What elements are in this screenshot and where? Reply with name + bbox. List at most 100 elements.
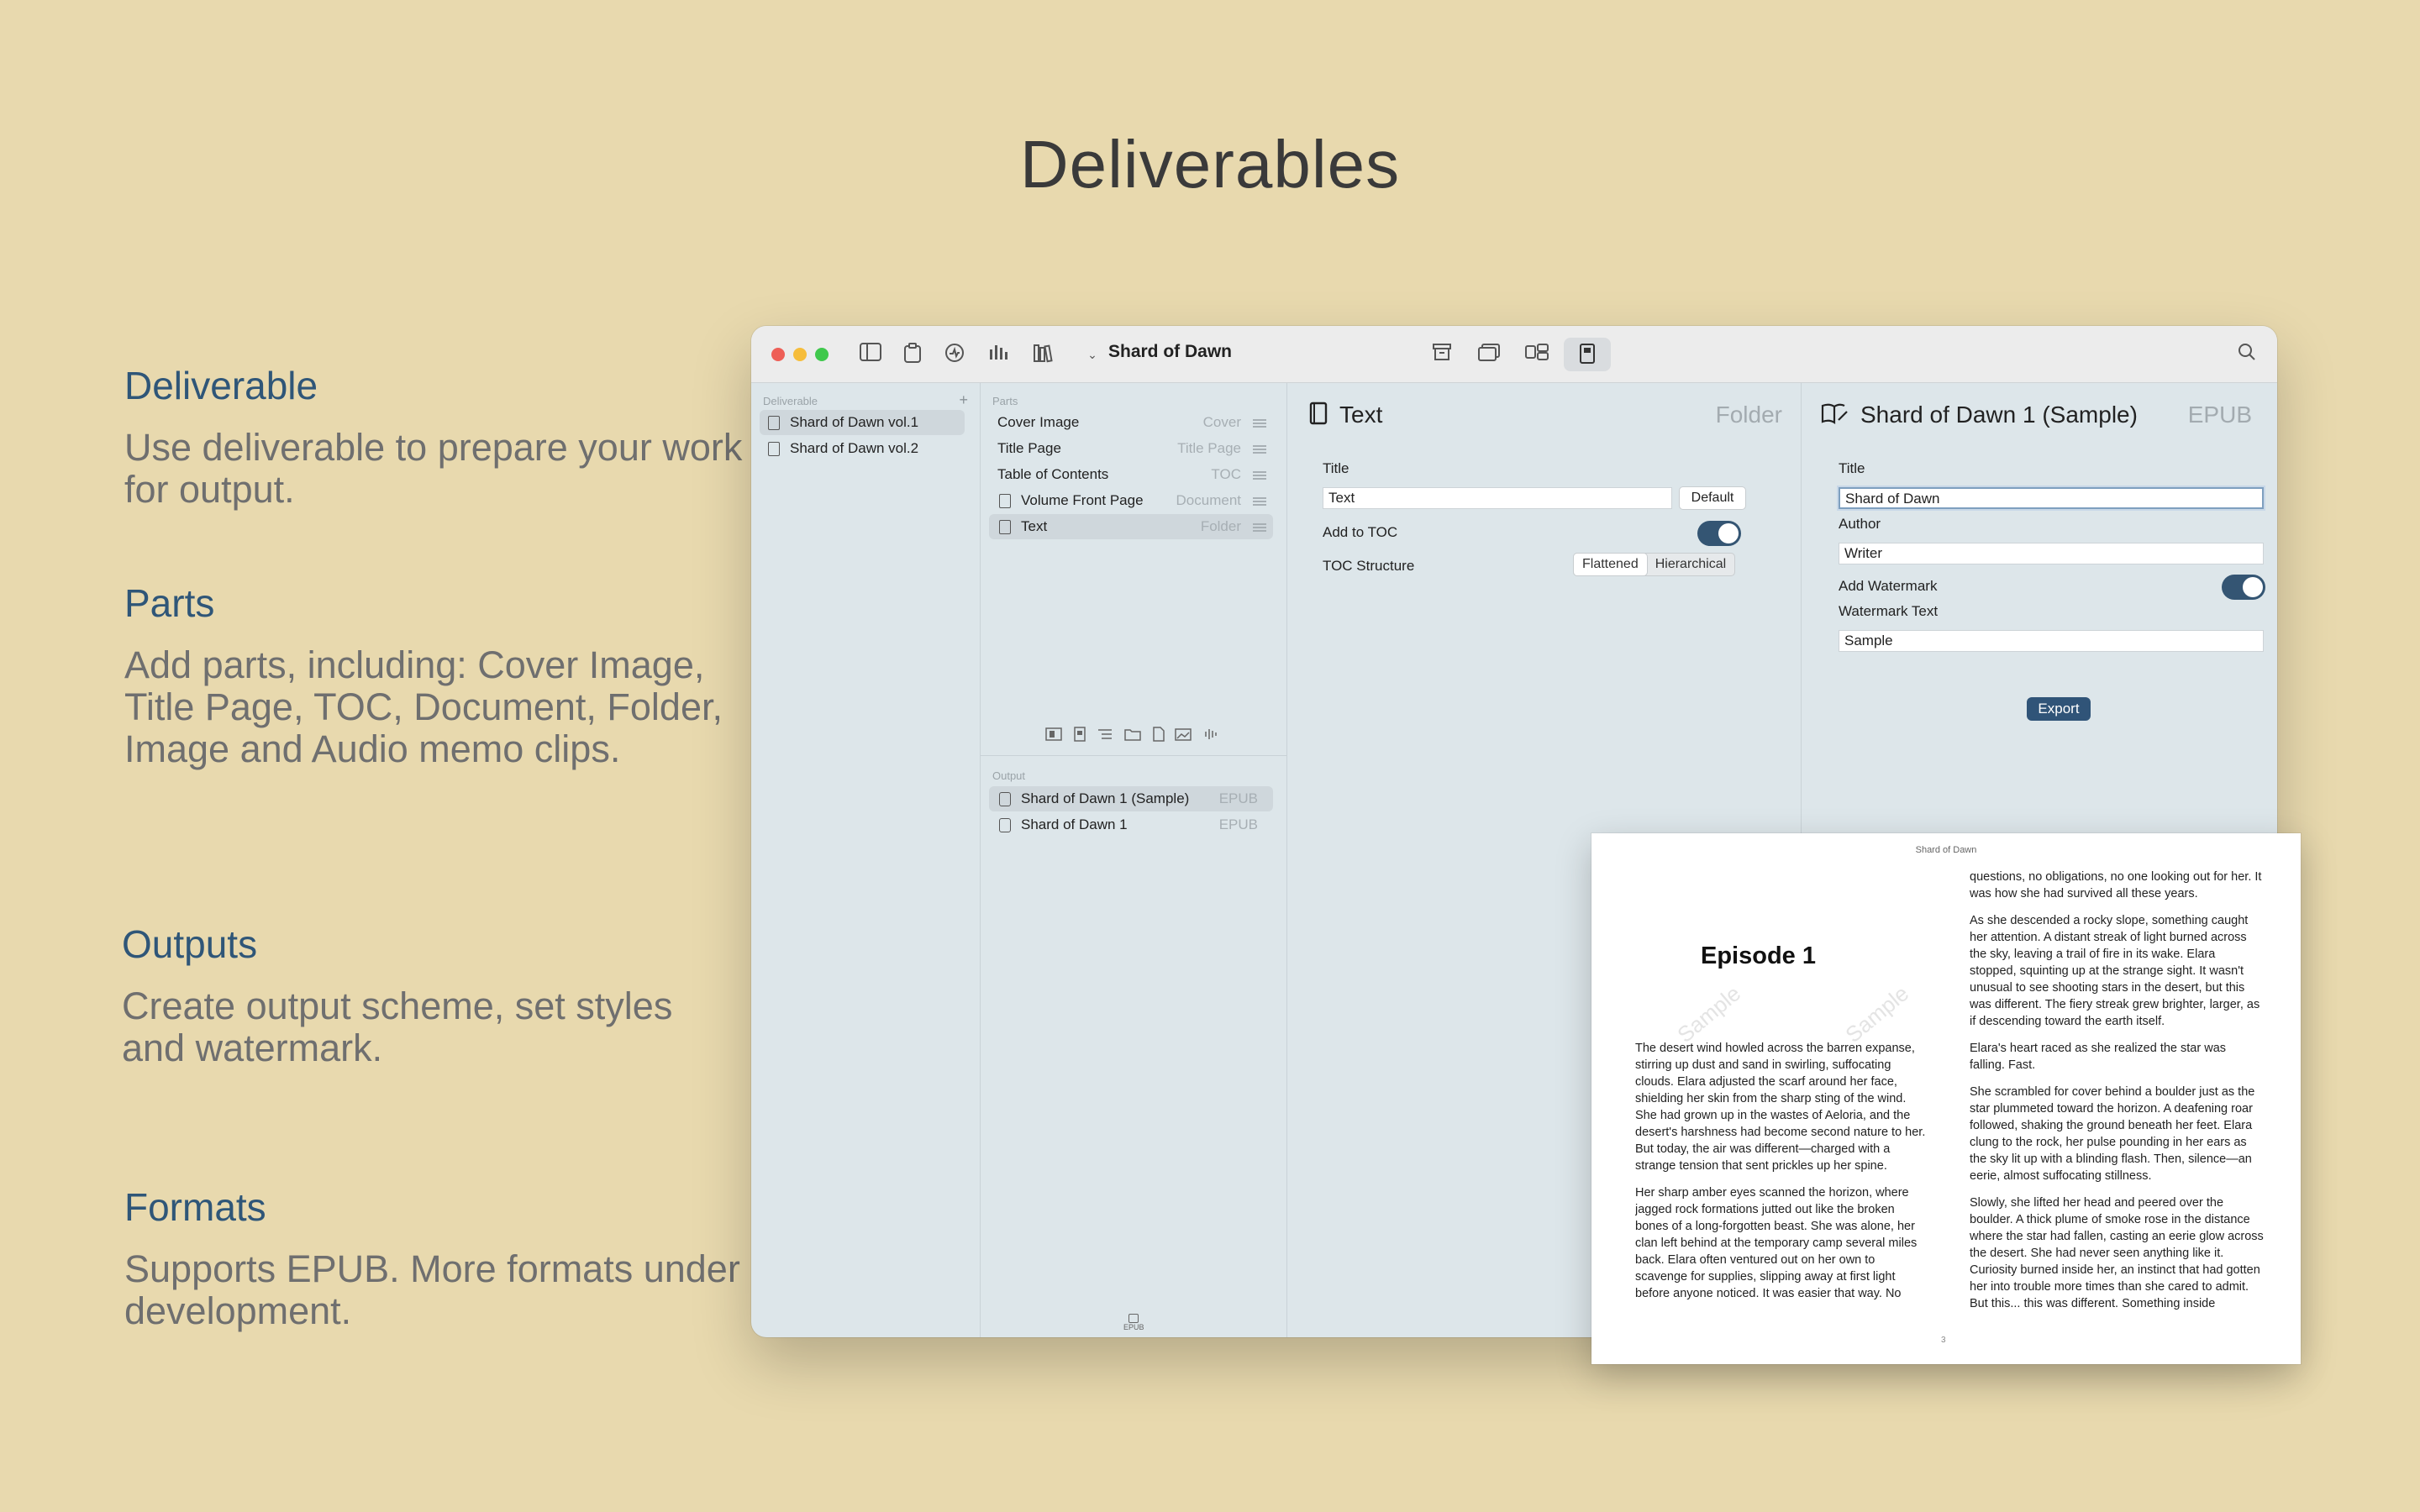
drag-handle-icon[interactable] xyxy=(1253,471,1266,473)
minimize-button[interactable] xyxy=(793,348,807,361)
deliverable-item[interactable]: Shard of Dawn vol.1 xyxy=(760,410,965,435)
part-title-field[interactable]: Text xyxy=(1323,487,1672,509)
page-title: Deliverables xyxy=(1019,127,1401,202)
preview-paragraph: Elara's heart raced as she realized the … xyxy=(1970,1042,2227,1072)
toc-hierarchical-option[interactable]: Hierarchical xyxy=(1647,554,1734,575)
output-item-format: EPUB xyxy=(1218,790,1258,806)
part-item-type: Cover xyxy=(1202,414,1241,430)
drag-handle-icon[interactable] xyxy=(1253,445,1266,447)
add-image-icon[interactable] xyxy=(1175,728,1192,741)
watermark-text-field[interactable]: Sample xyxy=(1839,630,2264,652)
output-settings-format: EPUB xyxy=(2187,402,2252,428)
close-button[interactable] xyxy=(771,348,785,361)
feature-text: Add parts, including: Cover Image, Title… xyxy=(124,643,723,770)
preview-paragraph: Slowly, she lifted her head and peered o… xyxy=(1970,1196,2264,1310)
feature-formats: Formats Supports EPUB. More formats unde… xyxy=(124,1184,746,1332)
preview-paragraph: As she descended a rocky slope, somethin… xyxy=(1970,914,2260,1028)
feature-deliverable: Deliverable Use deliverable to prepare y… xyxy=(124,363,746,511)
deliverable-item-label: Shard of Dawn vol.1 xyxy=(790,414,919,430)
search-icon[interactable] xyxy=(2235,343,2259,366)
deliverable-item-label: Shard of Dawn vol.2 xyxy=(790,440,919,456)
feature-text: Create output scheme, set styles and wat… xyxy=(122,984,673,1069)
preview-watermark: Sample xyxy=(1672,980,1746,1047)
chevron-down-icon[interactable]: ⌄ xyxy=(1081,343,1104,366)
part-item-type: TOC xyxy=(1211,466,1241,482)
output-item-label: Shard of Dawn 1 (Sample) xyxy=(1021,790,1190,806)
preview-watermark: Sample xyxy=(1840,980,1914,1047)
preview-paragraph: The desert wind howled across the barren… xyxy=(1635,1042,1926,1173)
output-title-label: Title xyxy=(1839,460,1865,476)
preview-header: Shard of Dawn xyxy=(1915,845,1977,855)
activity-icon[interactable] xyxy=(943,343,966,366)
part-item[interactable]: Cover Image Cover xyxy=(989,410,1273,435)
sidebar-toggle-icon[interactable] xyxy=(859,343,882,366)
document-icon xyxy=(999,494,1011,508)
divider xyxy=(981,755,1286,756)
output-book-icon xyxy=(999,792,1011,806)
add-deliverable-button[interactable]: + xyxy=(959,391,968,409)
part-item-type: Title Page xyxy=(1177,440,1241,456)
watermark-toggle[interactable] xyxy=(2222,575,2265,600)
part-item-label: Text xyxy=(1021,518,1048,534)
output-book-icon xyxy=(1820,402,1850,429)
archive-icon[interactable] xyxy=(1430,343,1454,366)
preview-paragraph: questions, no obligations, no one lookin… xyxy=(1970,870,2262,900)
layout-icon[interactable] xyxy=(1524,343,1549,366)
output-item[interactable]: Shard of Dawn 1 (Sample) EPUB xyxy=(989,786,1273,811)
parts-pane: Parts Cover Image Cover Title Page Title… xyxy=(981,383,1287,1337)
part-item[interactable]: Text Folder xyxy=(989,514,1273,539)
clipboard-icon[interactable] xyxy=(901,343,924,366)
book-icon[interactable] xyxy=(1576,343,1599,366)
add-cover-icon[interactable] xyxy=(1045,727,1062,741)
output-title-field[interactable]: Shard of Dawn xyxy=(1839,487,2264,509)
add-document-icon[interactable] xyxy=(1153,727,1165,742)
windows-icon[interactable] xyxy=(1477,343,1501,366)
toc-flattened-option[interactable]: Flattened xyxy=(1574,554,1647,575)
preview-paragraph: She scrambled for cover behind a boulder… xyxy=(1970,1085,2255,1183)
preview-paragraph: Her sharp amber eyes scanned the horizon… xyxy=(1635,1186,1918,1300)
output-item[interactable]: Shard of Dawn 1 EPUB xyxy=(989,812,1273,837)
add-folder-icon[interactable] xyxy=(1124,729,1141,741)
drag-handle-icon[interactable] xyxy=(1253,497,1266,499)
document-icon xyxy=(768,442,780,456)
author-field[interactable]: Writer xyxy=(1839,543,2264,564)
output-item-format: EPUB xyxy=(1218,816,1258,832)
zoom-button[interactable] xyxy=(815,348,829,361)
document-icon xyxy=(768,416,780,430)
add-to-toc-toggle[interactable] xyxy=(1697,521,1741,546)
part-item[interactable]: Volume Front Page Document xyxy=(989,488,1273,513)
statistics-icon[interactable] xyxy=(986,343,1010,366)
library-icon[interactable] xyxy=(1032,343,1055,366)
part-item-label: Table of Contents xyxy=(997,466,1109,482)
feature-title: Outputs xyxy=(122,922,258,966)
add-title-page-icon[interactable] xyxy=(1074,727,1086,742)
default-button[interactable]: Default xyxy=(1679,486,1746,510)
toc-structure-label: TOC Structure xyxy=(1323,558,1415,574)
feature-parts: Parts Add parts, including: Cover Image,… xyxy=(124,580,746,770)
part-item-label: Title Page xyxy=(997,440,1061,456)
output-pane-label: Output xyxy=(992,769,1026,782)
window-title: Shard of Dawn xyxy=(1108,342,1233,361)
add-audio-icon[interactable] xyxy=(1205,729,1217,739)
titlebar: ⌄ Shard of Dawn xyxy=(751,326,2277,383)
feature-outputs: Outputs Create output scheme, set styles… xyxy=(122,921,744,1069)
part-item[interactable]: Table of Contents TOC xyxy=(989,462,1273,487)
add-toc-icon[interactable] xyxy=(1098,729,1112,739)
epub-icon[interactable]: EPUB xyxy=(1123,1314,1144,1331)
part-settings-kind: Folder xyxy=(1715,402,1782,428)
output-item-label: Shard of Dawn 1 xyxy=(1021,816,1128,832)
drag-handle-icon[interactable] xyxy=(1253,419,1266,421)
title-label: Title xyxy=(1323,460,1349,476)
deliverable-item[interactable]: Shard of Dawn vol.2 xyxy=(760,436,965,461)
export-button[interactable]: Export xyxy=(2027,697,2091,721)
part-item-label: Volume Front Page xyxy=(1021,492,1144,508)
output-book-icon xyxy=(999,818,1011,832)
feature-title: Deliverable xyxy=(124,364,318,407)
book-icon xyxy=(1309,402,1328,429)
preview-right-column: questions, no obligations, no one lookin… xyxy=(1970,869,2264,1322)
add-part-toolbar xyxy=(1044,726,1229,743)
drag-handle-icon[interactable] xyxy=(1253,523,1266,525)
part-item[interactable]: Title Page Title Page xyxy=(989,436,1273,461)
epub-label: EPUB xyxy=(1123,1323,1144,1331)
output-settings-title: Shard of Dawn 1 (Sample) xyxy=(1860,402,2138,428)
